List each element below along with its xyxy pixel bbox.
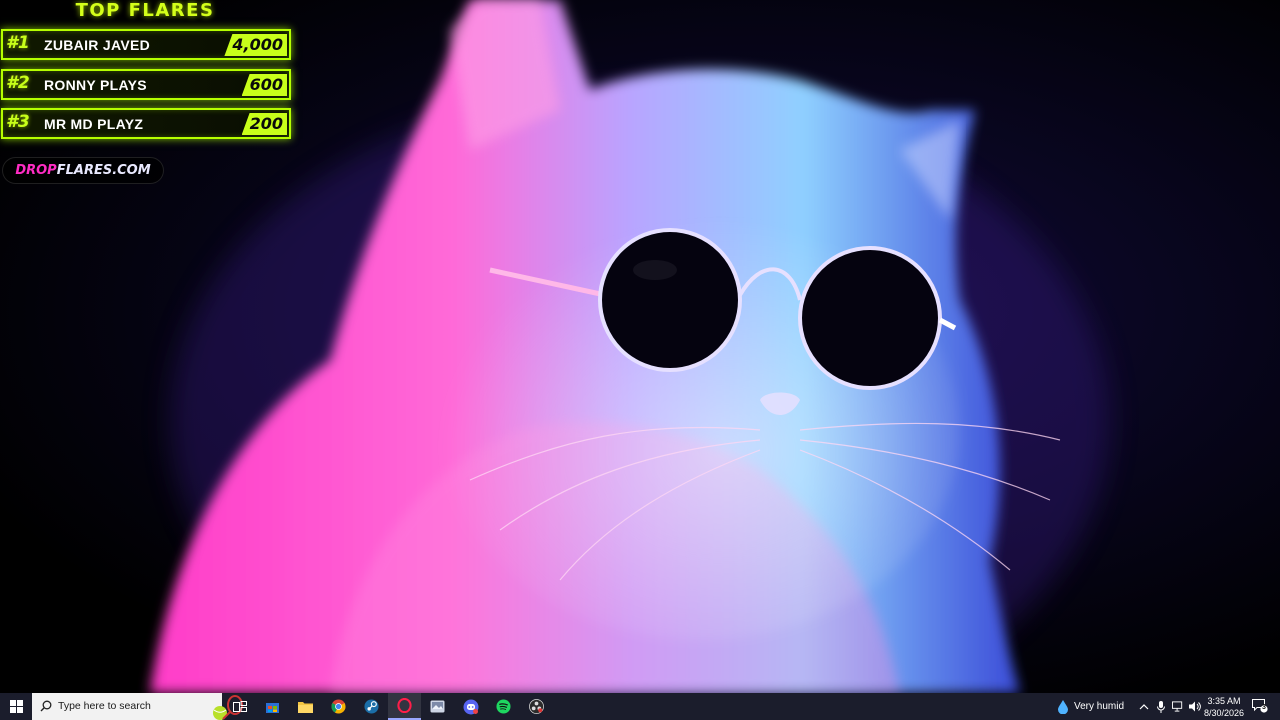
windows-logo-icon [9,700,23,713]
network-button[interactable] [1172,701,1184,713]
taskbar-app-obs-studio[interactable] [520,693,553,720]
clock-time: 3:35 AM [1207,696,1241,706]
microsoft-store-icon [266,702,279,713]
flare-name: MR MD PLAYZ [44,116,144,132]
flare-rank: #1 [6,33,30,53]
weather-widget[interactable]: Very humid [1058,693,1124,720]
chevron-up-icon [1139,703,1149,709]
flare-score: 200 [241,113,287,135]
start-button[interactable] [0,693,32,720]
notification-center-button[interactable]: 3 [1252,699,1268,713]
domain-part-drop: DROP [15,163,57,178]
flare-row-2: #2 RONNY PLAYS 600 [1,69,291,100]
taskbar-app-spotify[interactable] [487,693,520,720]
water-drop-icon [1058,699,1068,714]
flare-score: 4,000 [224,34,287,56]
top-flares-overlay: TOP FLARES #1 ZUBAIR JAVED 4,000 #2 RONN… [0,0,300,190]
opera-gx-icon [397,698,412,713]
chrome-icon [331,699,346,714]
pictures-app-icon [430,700,445,713]
folder-icon [298,702,313,713]
flare-score: 600 [241,74,287,96]
system-tray [1138,693,1201,720]
flare-rank: #3 [6,112,30,132]
task-view-button[interactable] [223,693,256,720]
clock-date: 8/30/2026 [1203,708,1245,718]
domain-part-flares: FLARES.COM [56,163,151,178]
weather-text: Very humid [1074,701,1125,712]
search-icon [40,700,52,712]
taskbar-app-file-explorer[interactable] [289,693,322,720]
network-icon [1172,701,1183,712]
taskbar-search-box[interactable]: Type here to search [32,693,243,720]
spotify-icon [496,699,511,714]
task-view-icon [232,700,247,712]
microphone-button[interactable] [1155,700,1167,713]
overlay-title: TOP FLARES [75,0,215,21]
steam-icon [364,699,379,714]
flare-row-1: #1 ZUBAIR JAVED 4,000 [1,29,291,60]
taskbar-app-pictures[interactable] [421,693,454,720]
notification-count-badge: 3 [1262,704,1266,711]
discord-icon [463,699,478,714]
show-hidden-icons-button[interactable] [1138,701,1150,713]
search-placeholder: Type here to search [58,700,151,712]
flare-name: ZUBAIR JAVED [44,37,151,53]
flare-name: RONNY PLAYS [44,77,147,93]
microphone-icon [1157,700,1165,713]
taskbar-app-opera-gx[interactable] [388,693,421,720]
flare-rank: #2 [6,73,30,93]
taskbar-app-discord[interactable] [454,693,487,720]
taskbar-clock[interactable]: 3:35 AM 8/30/2026 [1200,695,1248,719]
dropflares-link: DROPFLARES.COM [2,157,164,184]
windows-taskbar: Type here to search Very humid 3:35 AM 8… [0,693,1280,720]
taskbar-app-microsoft-store[interactable] [256,693,289,720]
taskbar-app-steam[interactable] [355,693,388,720]
flare-row-3: #3 MR MD PLAYZ 200 [1,108,291,139]
taskbar-app-chrome[interactable] [322,693,355,720]
obs-studio-icon [529,699,544,714]
